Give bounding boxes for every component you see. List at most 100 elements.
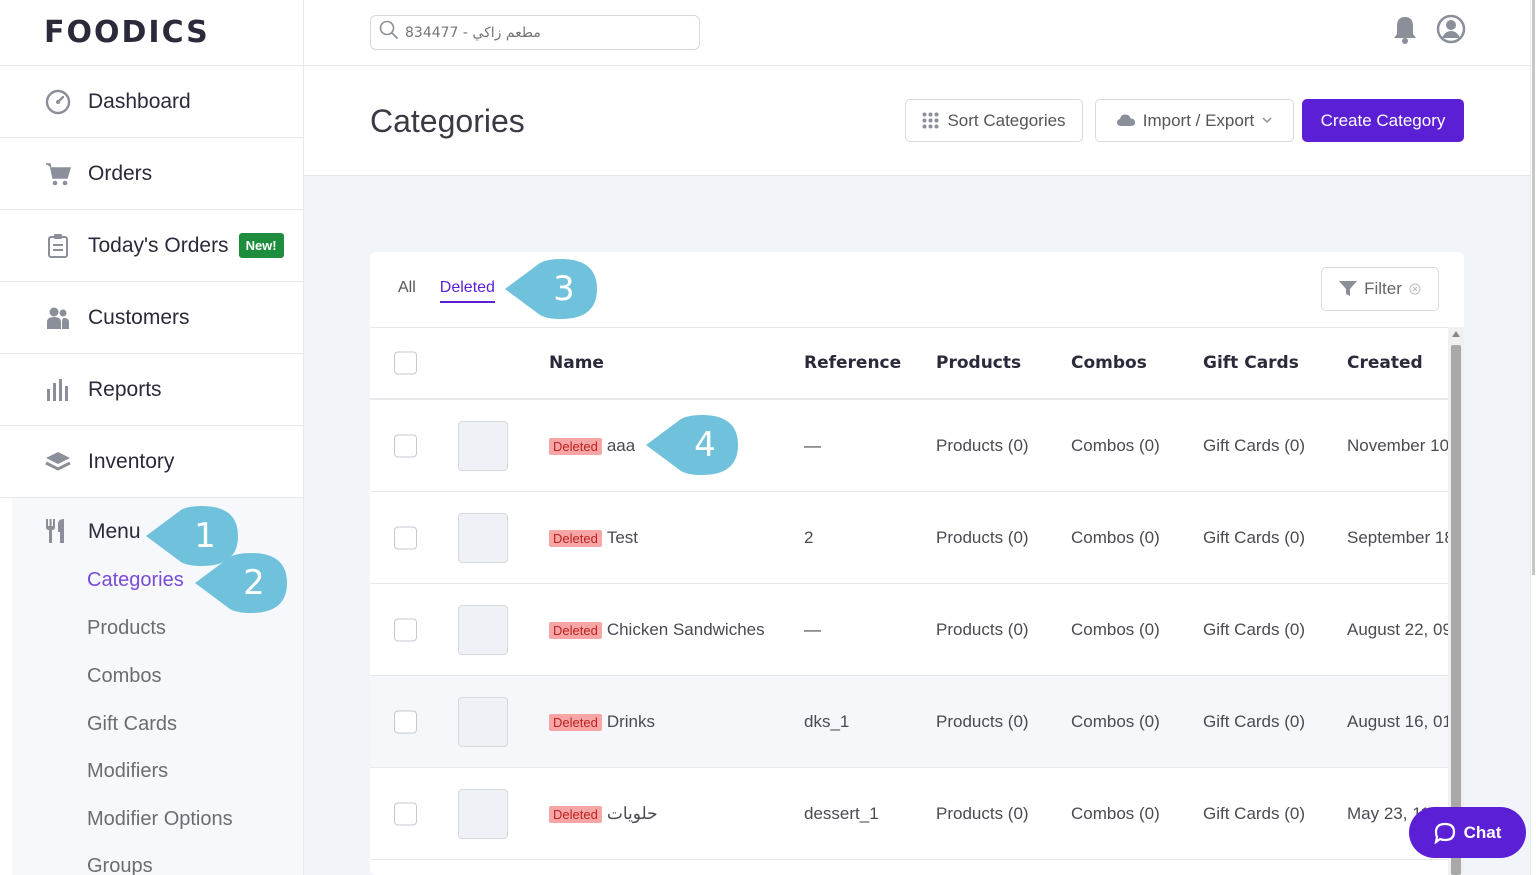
categories-table: Name Reference Products Combos Gift Card… <box>370 327 1448 875</box>
category-image <box>458 604 508 655</box>
branch-search[interactable] <box>370 15 700 50</box>
top-bar <box>304 0 1530 66</box>
notifications-bell-icon[interactable] <box>1392 15 1418 50</box>
search-input[interactable] <box>405 24 685 41</box>
table-row[interactable]: Deleted Chicken Sandwiches — Products (0)… <box>370 584 1448 676</box>
column-header-name[interactable]: Name <box>549 353 604 373</box>
clear-circle-icon <box>1409 283 1421 295</box>
category-reference: dessert_1 <box>804 803 879 823</box>
category-products: Products (0) <box>936 711 1029 731</box>
import-export-button[interactable]: Import / Export <box>1095 99 1294 142</box>
category-combos: Combos (0) <box>1071 711 1160 731</box>
sort-categories-label: Sort Categories <box>947 110 1066 130</box>
callout-4: 4 <box>646 415 738 475</box>
column-header-gift-cards[interactable]: Gift Cards <box>1203 353 1299 373</box>
category-gift-cards: Gift Cards (0) <box>1203 711 1306 731</box>
deleted-badge: Deleted <box>549 713 602 731</box>
category-reference: — <box>804 435 821 455</box>
table-scrollbar[interactable] <box>1448 327 1464 875</box>
sidebar: FOODICS Dashboard Orders Today's Orders … <box>0 0 304 875</box>
filter-button[interactable]: Filter <box>1321 267 1439 311</box>
deleted-badge: Deleted <box>549 529 602 547</box>
category-image <box>458 788 508 839</box>
row-checkbox[interactable] <box>394 434 417 457</box>
callout-number: 4 <box>694 425 716 465</box>
row-checkbox[interactable] <box>394 526 417 549</box>
category-reference: 2 <box>804 527 814 547</box>
column-header-created[interactable]: Created <box>1347 353 1423 373</box>
sidebar-subitem-products[interactable]: Products <box>87 617 166 640</box>
tab-all[interactable]: All <box>398 279 416 303</box>
sidebar-item-todays-orders[interactable]: Today's Orders New! <box>0 210 303 282</box>
page-scrollbar[interactable] <box>1530 0 1536 875</box>
callout-number: 2 <box>243 563 265 603</box>
sidebar-subitem-combos[interactable]: Combos <box>87 665 161 688</box>
scrollbar-thumb[interactable] <box>1451 345 1461 875</box>
sidebar-item-reports[interactable]: Reports <box>0 354 303 426</box>
chat-bubble-icon <box>1434 822 1456 844</box>
deleted-badge: Deleted <box>549 437 602 455</box>
sidebar-item-orders[interactable]: Orders <box>0 138 303 210</box>
row-checkbox[interactable] <box>394 802 417 825</box>
user-avatar-icon[interactable] <box>1436 14 1466 49</box>
tab-deleted[interactable]: Deleted <box>439 279 495 303</box>
filter-label: Filter <box>1364 279 1402 298</box>
new-badge: New! <box>238 233 284 258</box>
category-name: Deleted Test <box>549 528 638 548</box>
sort-categories-button[interactable]: Sort Categories <box>905 99 1083 142</box>
page-title: Categories <box>370 103 525 139</box>
table-header-row: Name Reference Products Combos Gift Card… <box>370 328 1448 400</box>
status-tabs: All Deleted <box>398 279 519 303</box>
sidebar-subitem-categories[interactable]: Categories <box>87 569 184 592</box>
funnel-icon <box>1339 281 1358 297</box>
sidebar-item-customers[interactable]: Customers <box>0 282 303 354</box>
category-gift-cards: Gift Cards (0) <box>1203 803 1306 823</box>
column-header-reference[interactable]: Reference <box>804 353 901 373</box>
grid-dots-icon <box>922 112 939 129</box>
deleted-badge: Deleted <box>549 805 602 823</box>
category-reference: dks_1 <box>804 711 850 731</box>
sidebar-item-menu[interactable]: Menu <box>44 518 141 546</box>
import-export-label: Import / Export <box>1142 110 1255 130</box>
select-all-checkbox[interactable] <box>394 351 417 375</box>
row-checkbox[interactable] <box>394 618 417 641</box>
sidebar-item-label: Customers <box>88 305 190 329</box>
clipboard-icon <box>44 232 72 260</box>
sidebar-item-label: Dashboard <box>88 89 191 113</box>
brand-logo[interactable]: FOODICS <box>0 0 303 66</box>
sidebar-item-label: Inventory <box>88 449 175 473</box>
table-row[interactable]: Deleted حلويات dessert_1 Products (0) Com… <box>370 768 1448 860</box>
page-scrollbar-thumb[interactable] <box>1532 0 1535 575</box>
category-products: Products (0) <box>936 803 1029 823</box>
sidebar-subitem-modifiers[interactable]: Modifiers <box>87 760 168 783</box>
sidebar-item-label: Orders <box>88 161 153 185</box>
scroll-up-arrow-icon[interactable] <box>1452 331 1460 337</box>
table-row[interactable]: Deleted aaa — Products (0) Combos (0) Gif… <box>370 400 1448 492</box>
category-created: September 18 <box>1347 527 1448 547</box>
sidebar-item-label: Today's Orders <box>88 233 229 257</box>
category-name: Deleted aaa <box>549 436 635 456</box>
callout-number: 3 <box>553 269 575 309</box>
row-checkbox[interactable] <box>394 710 417 733</box>
column-header-combos[interactable]: Combos <box>1071 353 1147 373</box>
table-row[interactable]: Deleted Drinks dks_1 Products (0) Combos … <box>370 676 1448 768</box>
category-products: Products (0) <box>936 619 1029 639</box>
column-header-products[interactable]: Products <box>936 353 1021 373</box>
category-products: Products (0) <box>936 527 1029 547</box>
chat-button[interactable]: Chat <box>1409 807 1526 858</box>
create-category-button[interactable]: Create Category <box>1302 99 1464 142</box>
callout-3: 3 <box>505 259 597 319</box>
sidebar-subitem-gift-cards[interactable]: Gift Cards <box>87 713 177 736</box>
category-image <box>458 420 508 471</box>
sidebar-subitem-groups[interactable]: Groups <box>87 855 153 875</box>
menu-label: Menu <box>88 520 141 543</box>
page-header: Categories Sort Categories Import / Expo… <box>304 66 1530 176</box>
category-combos: Combos (0) <box>1071 803 1160 823</box>
sidebar-item-inventory[interactable]: Inventory <box>0 426 303 498</box>
fork-knife-icon <box>44 518 72 546</box>
customers-icon <box>44 304 72 332</box>
sidebar-item-dashboard[interactable]: Dashboard <box>0 66 303 138</box>
sidebar-subitem-modifier-options[interactable]: Modifier Options <box>87 808 233 831</box>
table-row[interactable]: Deleted Test 2 Products (0) Combos (0) Gi… <box>370 492 1448 584</box>
category-reference: — <box>804 619 821 639</box>
